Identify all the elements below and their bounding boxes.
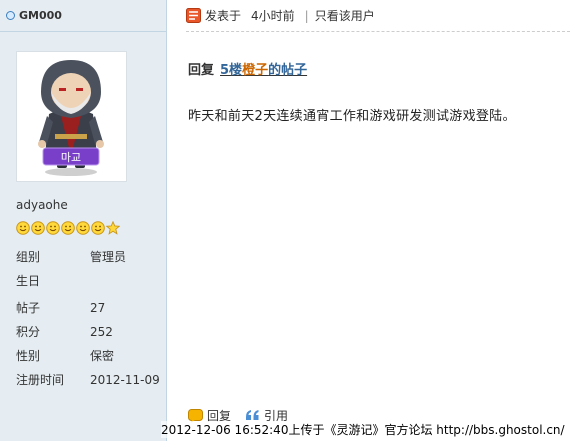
info-label-points: 积分: [16, 325, 41, 339]
only-author-link[interactable]: 只看该用户: [315, 7, 375, 24]
avatar[interactable]: 마교: [16, 51, 127, 182]
post-area: 发表于 4小时前 | 只看该用户 回复 5楼橙子的帖子 昨天和前天2天连续通宵工作…: [168, 0, 570, 441]
smiley-medal-icon: [61, 221, 75, 235]
user-nickname: adyaohe: [16, 198, 68, 212]
smiley-medal-icon: [16, 221, 30, 235]
online-post-icon: [186, 8, 201, 23]
info-label-register-date: 注册时间: [16, 373, 65, 387]
meta-separator: |: [304, 8, 309, 23]
info-value-points: 252: [90, 325, 113, 339]
info-value-posts[interactable]: 27: [90, 301, 105, 315]
info-label-gender: 性别: [16, 349, 41, 363]
user-name-bar: GM000: [0, 0, 166, 32]
info-value-group: 管理员: [90, 250, 127, 264]
smiley-medal-icon: [46, 221, 60, 235]
posted-label: 发表于: [205, 9, 242, 23]
avatar-character-icon: 마교: [38, 60, 104, 176]
smiley-medal-icon: [91, 221, 105, 235]
quoted-post-link[interactable]: 5楼橙子的帖子: [220, 63, 307, 78]
star-medal-icon: [106, 221, 120, 235]
online-status-icon: [6, 11, 15, 20]
reply-prefix: 回复: [188, 63, 215, 78]
medal-row: [16, 220, 120, 236]
user-sidebar: GM000 마교 adyaohe 组别 管理员 生日 帖子 27 积分 252 …: [0, 0, 167, 441]
avatar-badge-text: 마교: [61, 151, 81, 164]
post-time: 4小时前: [251, 9, 295, 23]
post-meta-bar: 发表于 4小时前 | 只看该用户: [186, 0, 570, 32]
info-value-gender: 保密: [90, 349, 115, 363]
info-label-birthday: 生日: [16, 274, 41, 288]
reply-heading: 回复 5楼橙子的帖子: [188, 59, 307, 78]
username-link[interactable]: GM000: [19, 9, 62, 22]
info-label-group: 组别: [16, 250, 41, 264]
post-body: 昨天和前天2天连续通宵工作和游戏研发测试游戏登陆。: [188, 109, 516, 124]
smiley-medal-icon: [31, 221, 45, 235]
info-value-register-date: 2012-11-09: [90, 373, 160, 387]
info-label-posts: 帖子: [16, 301, 41, 315]
upload-watermark: 2012-12-06 16:52:40上传于《灵游记》官方论坛 http://b…: [161, 421, 565, 438]
smiley-medal-icon: [76, 221, 90, 235]
